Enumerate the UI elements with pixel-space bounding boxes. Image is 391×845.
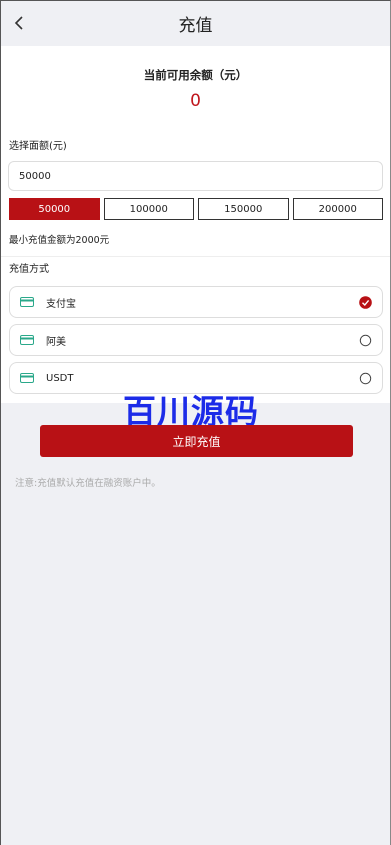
submit-recharge-button[interactable]: 立即充值 <box>40 425 353 457</box>
amount-option-150000[interactable]: 150000 <box>198 198 289 220</box>
page-frame: 充值 当前可用余额（元） 0 选择面额(元) 50000 50000 10000… <box>0 0 391 845</box>
amount-section-label: 选择面额(元) <box>9 141 67 152</box>
amount-options: 50000 100000 150000 200000 <box>1 191 390 220</box>
amount-option-100000[interactable]: 100000 <box>103 198 194 220</box>
amount-option-200000[interactable]: 200000 <box>292 198 383 220</box>
payment-method-name: USDT <box>46 372 74 384</box>
amount-input[interactable]: 50000 <box>8 161 383 191</box>
radio-unchecked-icon[interactable] <box>359 372 372 385</box>
balance-label: 当前可用余额（元） <box>143 68 248 82</box>
wallet-icon <box>20 335 34 345</box>
payment-method-alipay[interactable]: 支付宝 <box>9 286 383 318</box>
recharge-card: 当前可用余额（元） 0 选择面额(元) 50000 50000 100000 1… <box>1 46 390 403</box>
payment-method-name: 阿美 <box>46 336 66 348</box>
page-title: 充值 <box>178 16 213 36</box>
radio-unchecked-icon[interactable] <box>359 334 372 347</box>
min-amount-note: 最小充值金额为2000元 <box>9 235 110 246</box>
footnote-text: 注意:充值默认充值在融资账户中。 <box>15 478 161 489</box>
wallet-icon <box>20 373 34 383</box>
radio-checked-icon[interactable] <box>359 296 372 309</box>
payment-method-name: 支付宝 <box>46 298 76 310</box>
payment-method-amei[interactable]: 阿美 <box>9 324 383 356</box>
back-button[interactable] <box>7 11 31 35</box>
balance-value: 0 <box>190 91 201 111</box>
header-bar: 充值 <box>1 1 390 46</box>
wallet-icon <box>20 297 34 307</box>
amount-option-50000[interactable]: 50000 <box>9 198 100 220</box>
payment-method-title: 充值方式 <box>9 264 49 275</box>
chevron-left-icon <box>14 16 23 30</box>
